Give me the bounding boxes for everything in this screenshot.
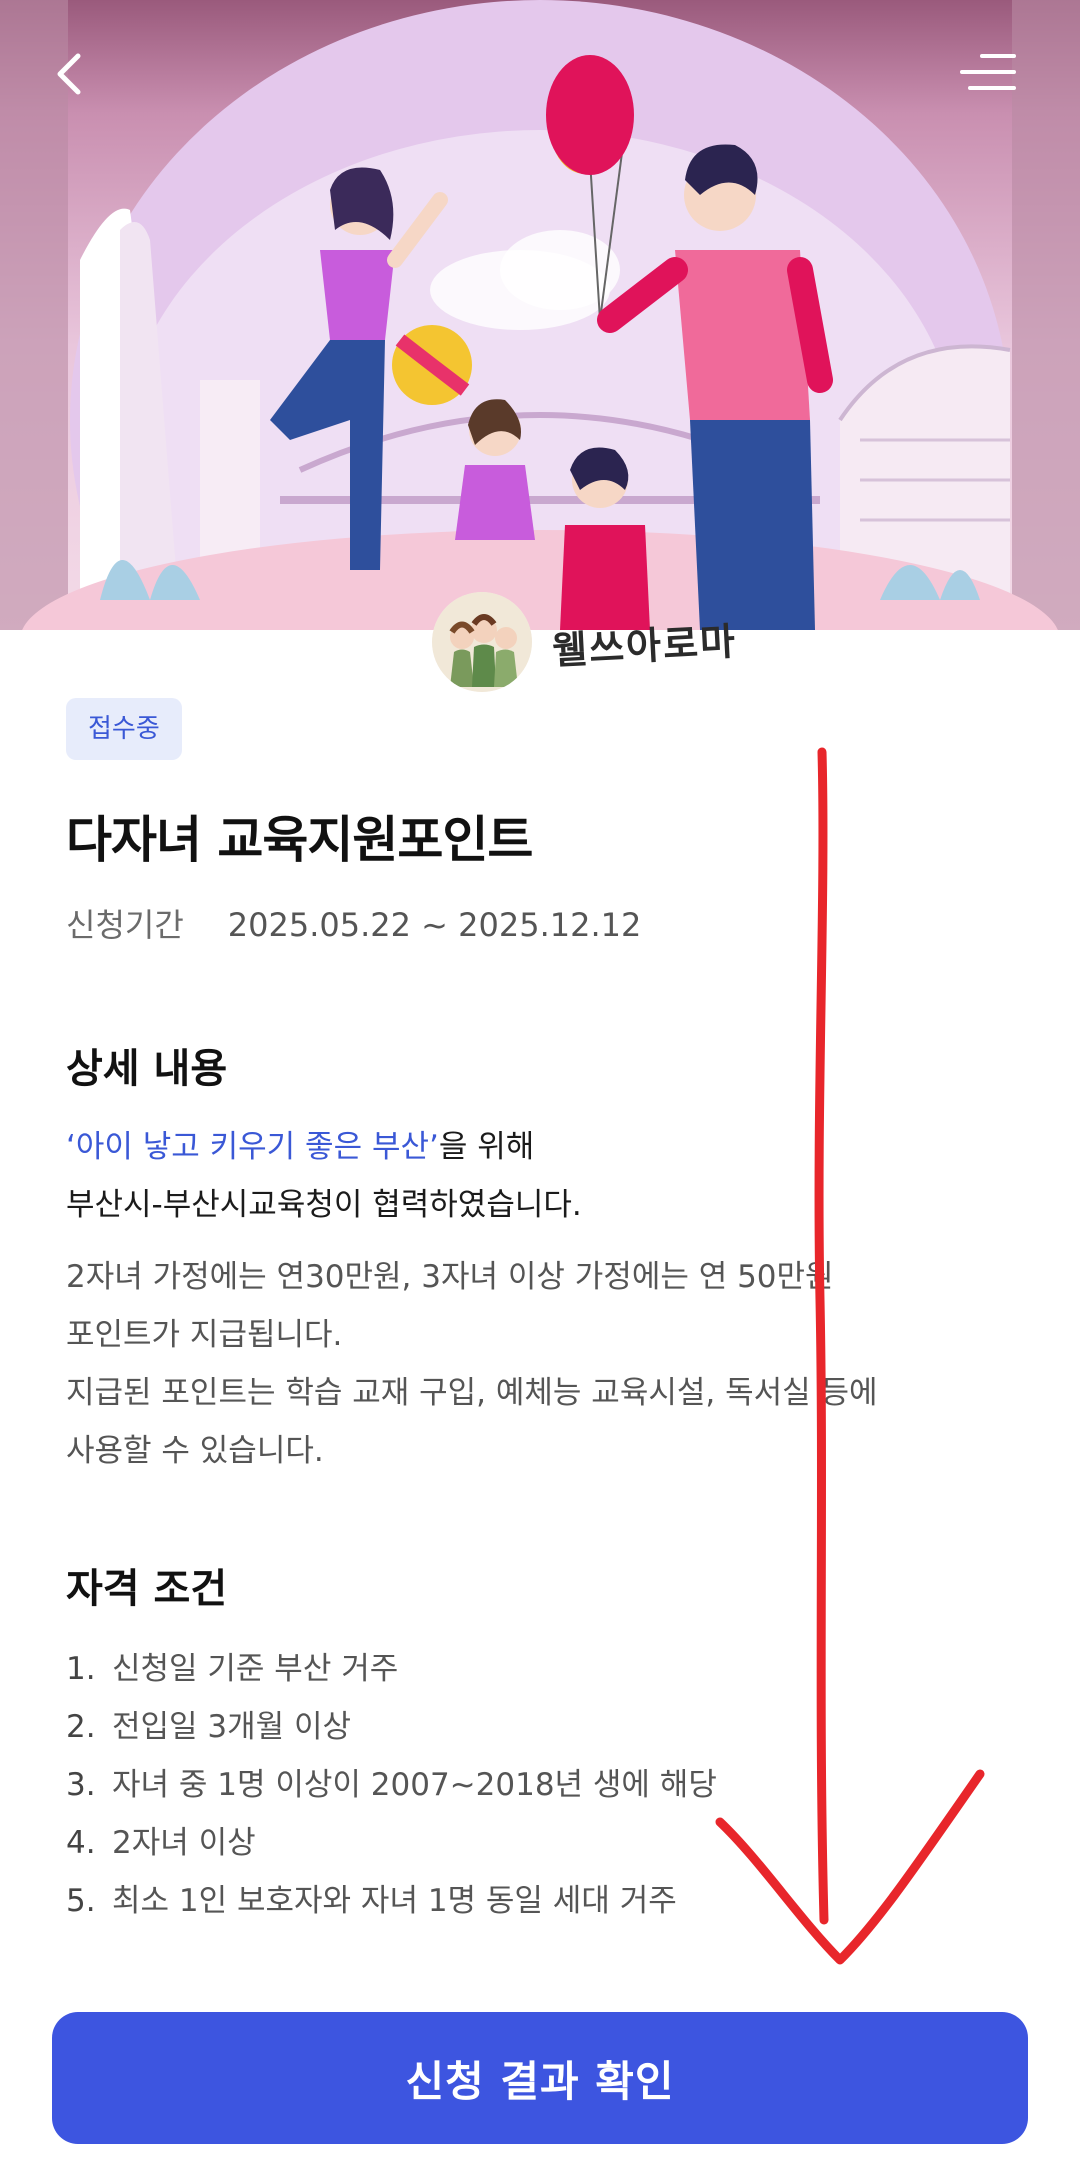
list-item-text: 자녀 중 1명 이상이 2007~2018년 생에 해당 bbox=[112, 1767, 717, 1803]
chevron-left-icon bbox=[57, 53, 81, 95]
details-line-3: 2자녀 가정에는 연30만원, 3자녀 이상 가정에는 연 50만원 bbox=[66, 1259, 834, 1295]
list-item-number: 1. bbox=[66, 1651, 96, 1687]
list-item-number: 3. bbox=[66, 1767, 96, 1803]
list-item-text: 전입일 3개월 이상 bbox=[112, 1709, 352, 1745]
list-item-text: 2자녀 이상 bbox=[112, 1825, 256, 1861]
menu-icon bbox=[960, 54, 1016, 90]
period-value: 2025.05.22 ~ 2025.12.12 bbox=[227, 906, 642, 944]
menu-button[interactable] bbox=[950, 44, 1022, 104]
list-item-text: 최소 1인 보호자와 자녀 1명 동일 세대 거주 bbox=[112, 1883, 677, 1919]
status-badge: 접수중 bbox=[66, 698, 182, 760]
details-line-6: 사용할 수 있습니다. bbox=[66, 1433, 324, 1469]
details-heading: 상세 내용 bbox=[66, 1046, 228, 1092]
list-item: 4. 2자녀 이상 bbox=[66, 1814, 966, 1872]
details-line-4: 포인트가 지급됩니다. bbox=[66, 1317, 343, 1353]
check-result-button[interactable]: 신청 결과 확인 bbox=[52, 2012, 1028, 2144]
list-item-number: 5. bbox=[66, 1883, 96, 1919]
eligibility-list: 1. 신청일 기준 부산 거주 2. 전입일 3개월 이상 3. 자녀 중 1명 이상… bbox=[66, 1640, 966, 1930]
list-item-number: 2. bbox=[66, 1709, 96, 1745]
details-line-1: ‘아이 낳고 키우기 좋은 부산’을 위해 bbox=[66, 1118, 966, 1176]
list-item: 2. 전입일 3개월 이상 bbox=[66, 1698, 966, 1756]
watermark-avatar bbox=[432, 592, 532, 692]
application-period: 신청기간 2025.05.22 ~ 2025.12.12 bbox=[66, 900, 641, 946]
list-item: 3. 자녀 중 1명 이상이 2007~2018년 생에 해당 bbox=[66, 1756, 966, 1814]
list-item: 5. 최소 1인 보호자와 자녀 1명 동일 세대 거주 bbox=[66, 1872, 966, 1930]
eligibility-heading: 자격 조건 bbox=[66, 1566, 228, 1612]
back-button[interactable] bbox=[44, 44, 92, 104]
details-line-5: 지급된 포인트는 학습 교재 구입, 예체능 교육시설, 독서실 등에 bbox=[66, 1375, 878, 1411]
hero-banner bbox=[0, 0, 1080, 630]
details-line-2: 부산시-부산시교육청이 협력하였습니다. bbox=[66, 1187, 582, 1223]
watermark-text: 웰쓰아로마 bbox=[551, 618, 739, 673]
family-illustration bbox=[0, 0, 1080, 630]
period-label: 신청기간 bbox=[66, 906, 184, 944]
page-title: 다자녀 교육지원포인트 bbox=[66, 811, 533, 869]
list-item: 1. 신청일 기준 부산 거주 bbox=[66, 1640, 966, 1698]
details-body: ‘아이 낳고 키우기 좋은 부산’을 위해 부산시-부산시교육청이 협력하였습니… bbox=[66, 1118, 966, 1480]
details-line-1-suffix: 을 위해 bbox=[438, 1129, 535, 1165]
list-item-number: 4. bbox=[66, 1825, 96, 1861]
details-highlight: ‘아이 낳고 키우기 좋은 부산’ bbox=[66, 1129, 439, 1165]
list-item-text: 신청일 기준 부산 거주 bbox=[112, 1651, 399, 1687]
watermark: 웰쓰아로마 bbox=[432, 592, 762, 692]
